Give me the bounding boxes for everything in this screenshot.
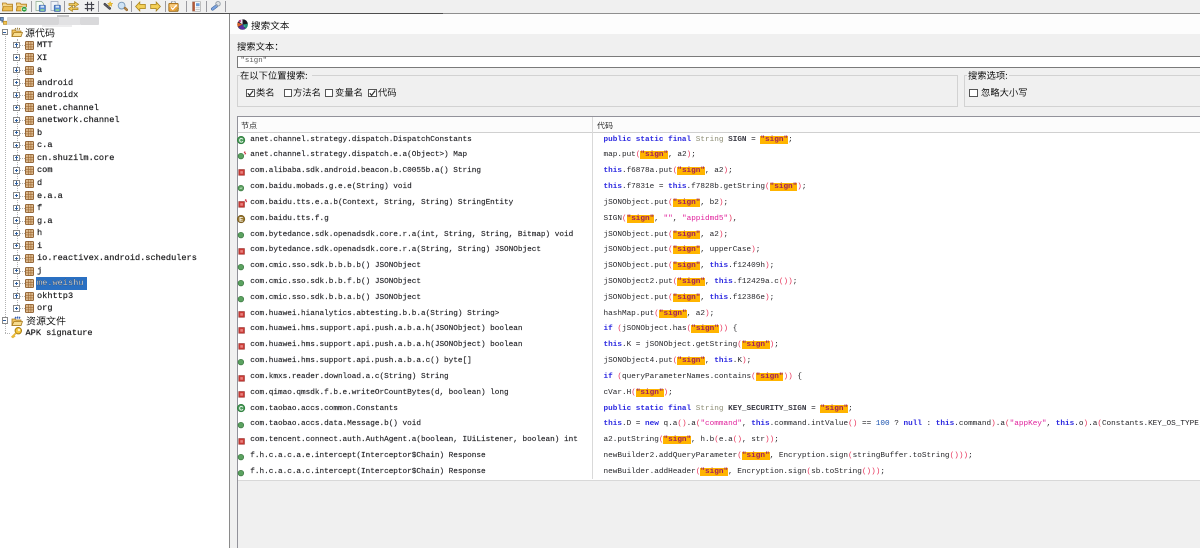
svg-text:C: C — [239, 138, 244, 144]
svg-text:C: C — [239, 407, 244, 413]
svg-text:E: E — [239, 217, 243, 223]
